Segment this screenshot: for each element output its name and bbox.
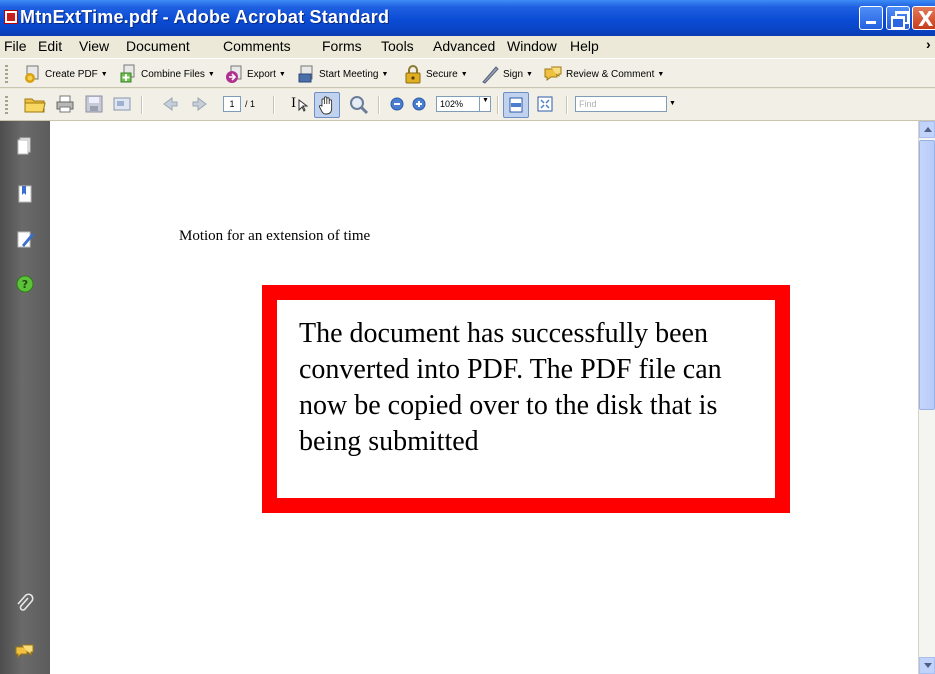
chevron-down-icon: ▼ xyxy=(460,70,468,78)
page-number-field[interactable]: 1 xyxy=(223,96,241,112)
email-icon[interactable] xyxy=(112,94,132,114)
export-button[interactable]: Export ▼ xyxy=(224,63,286,85)
window-title: MtnExtTime.pdf - Adobe Acrobat Standard xyxy=(20,7,390,27)
toolbar-grip[interactable] xyxy=(5,65,8,83)
toolbar-separator xyxy=(273,96,275,114)
toolbar-grip[interactable] xyxy=(5,96,8,114)
secure-button[interactable]: Secure ▼ xyxy=(403,63,468,85)
export-icon xyxy=(224,64,244,84)
menu-advanced[interactable]: Advanced xyxy=(433,38,495,54)
start-meeting-button[interactable]: Start Meeting ▼ xyxy=(296,63,388,85)
menu-help[interactable]: Help xyxy=(570,38,599,54)
minimize-button[interactable] xyxy=(859,6,883,30)
comments-icon[interactable] xyxy=(14,641,36,663)
chevron-down-icon: ▼ xyxy=(100,70,108,78)
chevron-down-icon: ▼ xyxy=(207,70,215,78)
zoom-tool-icon[interactable] xyxy=(348,94,369,115)
export-label: Export xyxy=(247,68,276,80)
attachments-icon[interactable] xyxy=(14,593,36,615)
page-count-label: / 1 xyxy=(245,99,256,109)
next-page-icon[interactable] xyxy=(190,94,210,114)
signatures-icon[interactable] xyxy=(14,228,36,250)
navigation-panel: ? xyxy=(0,121,50,674)
conversion-notice-callout: The document has successfully been conve… xyxy=(262,285,790,513)
chevron-down-icon[interactable]: ▼ xyxy=(669,100,676,107)
acrobat-app-icon[interactable] xyxy=(4,10,18,24)
zoom-out-icon[interactable] xyxy=(387,94,407,114)
select-tool-icon[interactable]: I xyxy=(288,94,308,114)
navigation-toolbar: 1 / 1 I 102% ▼ Find ▼ xyxy=(0,89,935,121)
menu-document[interactable]: Document xyxy=(126,38,190,54)
chevron-down-icon: ▼ xyxy=(381,70,389,78)
zoom-in-icon[interactable] xyxy=(409,94,429,114)
review-comment-label: Review & Comment xyxy=(566,68,655,80)
svg-text:?: ? xyxy=(22,278,28,291)
toolbar-separator xyxy=(141,96,143,114)
fit-width-icon[interactable] xyxy=(535,94,555,114)
previous-page-icon[interactable] xyxy=(160,94,180,114)
close-icon: X xyxy=(918,7,934,31)
secure-label: Secure xyxy=(426,68,458,80)
menu-overflow-chevron[interactable]: › xyxy=(926,36,931,52)
create-pdf-label: Create PDF xyxy=(45,68,98,80)
create-pdf-button[interactable]: Create PDF ▼ xyxy=(22,63,108,85)
review-comment-icon xyxy=(543,64,563,84)
scroll-down-button[interactable] xyxy=(919,657,935,674)
start-meeting-icon xyxy=(296,64,316,84)
pages-icon[interactable] xyxy=(14,135,36,157)
toolbar-separator xyxy=(497,96,499,114)
chevron-down-icon: ▼ xyxy=(657,70,665,78)
zoom-level-field[interactable]: 102% xyxy=(436,96,480,112)
scroll-thumb[interactable] xyxy=(919,140,935,410)
review-comment-button[interactable]: Review & Comment ▼ xyxy=(543,63,664,85)
create-pdf-icon xyxy=(22,64,42,84)
menu-window[interactable]: Window xyxy=(507,38,557,54)
scroll-up-button[interactable] xyxy=(919,121,935,138)
save-icon[interactable] xyxy=(84,94,104,114)
zoom-dropdown-button[interactable]: ▼ xyxy=(479,96,491,112)
conversion-notice-text: The document has successfully been conve… xyxy=(299,318,722,457)
document-page[interactable]: Motion for an extension of time The docu… xyxy=(50,121,918,674)
menu-edit[interactable]: Edit xyxy=(38,38,62,54)
menu-view[interactable]: View xyxy=(79,38,109,54)
close-button[interactable]: X xyxy=(912,6,935,31)
combine-files-icon xyxy=(118,64,138,84)
title-bar[interactable]: MtnExtTime.pdf - Adobe Acrobat Standard … xyxy=(0,0,935,36)
vertical-scrollbar[interactable] xyxy=(918,121,935,674)
sign-button[interactable]: Sign ▼ xyxy=(480,63,533,85)
toolbar-separator xyxy=(566,96,568,114)
menu-forms[interactable]: Forms xyxy=(322,38,362,54)
open-folder-icon[interactable] xyxy=(24,94,46,114)
document-heading: Motion for an extension of time xyxy=(179,228,371,244)
pen-icon xyxy=(480,64,500,84)
start-meeting-label: Start Meeting xyxy=(319,68,379,80)
tasks-toolbar: Create PDF ▼ Combine Files ▼ Export ▼ St… xyxy=(0,58,935,88)
help-icon[interactable]: ? xyxy=(14,273,36,295)
restore-button[interactable] xyxy=(886,6,910,30)
print-icon[interactable] xyxy=(55,94,75,114)
sign-label: Sign xyxy=(503,68,524,80)
menu-file[interactable]: File xyxy=(4,38,27,54)
chevron-down-icon: ▼ xyxy=(526,70,533,78)
fit-page-icon[interactable] xyxy=(503,92,529,118)
combine-files-label: Combine Files xyxy=(141,68,205,80)
lock-icon xyxy=(403,64,423,84)
combine-files-button[interactable]: Combine Files ▼ xyxy=(118,63,215,85)
hand-tool-icon[interactable] xyxy=(314,92,340,118)
chevron-down-icon: ▼ xyxy=(278,70,286,78)
menu-comments[interactable]: Comments xyxy=(223,38,291,54)
menu-tools[interactable]: Tools xyxy=(381,38,414,54)
bookmarks-icon[interactable] xyxy=(14,183,36,205)
menu-bar: File Edit View Document Comments Forms T… xyxy=(0,36,935,56)
find-field[interactable]: Find xyxy=(575,96,667,112)
chevron-down-icon: ▼ xyxy=(482,97,489,104)
toolbar-separator xyxy=(378,96,380,114)
